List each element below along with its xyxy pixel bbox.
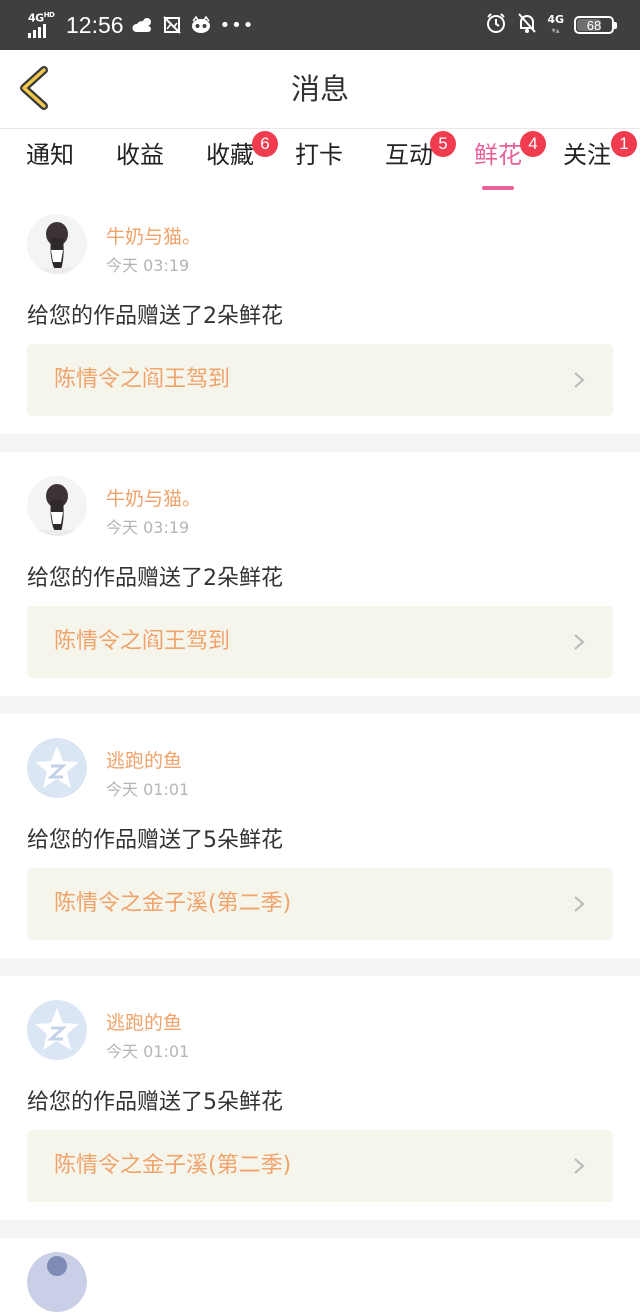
- network-type: 4G: [28, 11, 44, 25]
- timestamp: 今天 03:19: [106, 518, 190, 537]
- default-star-avatar-icon: [27, 1000, 87, 1060]
- list-item: 牛奶与猫。 今天 03:19 给您的作品赠送了2朵鲜花 陈情令之阎王驾到: [0, 190, 640, 434]
- unread-badge: 1: [611, 131, 637, 157]
- timestamp: 今天 01:01: [106, 780, 190, 799]
- avatar[interactable]: [27, 738, 87, 798]
- tab-label: 鲜花: [474, 141, 522, 169]
- app-notification-icon: [190, 16, 212, 34]
- battery-level: 68: [586, 17, 602, 33]
- list-item: 逃跑的鱼 今天 01:01 给您的作品赠送了5朵鲜花 陈情令之金子溪(第二季): [0, 714, 640, 958]
- weather-icon: [132, 17, 154, 33]
- avatar[interactable]: [27, 1252, 87, 1312]
- work-title: 陈情令之金子溪(第二季): [54, 891, 292, 916]
- unread-badge: 5: [430, 131, 456, 157]
- battery-icon: 68: [574, 16, 617, 34]
- header: 消息: [0, 50, 640, 129]
- partial-avatar-icon: [27, 1252, 87, 1312]
- tab-flowers[interactable]: 鲜花 4: [474, 131, 546, 190]
- tab-label: 收藏: [206, 141, 254, 169]
- tab-bar: 通知 收益 收藏 6 打卡 互动 5 鲜花 4 关注 1: [0, 129, 640, 190]
- message-text: 给您的作品赠送了2朵鲜花: [27, 566, 283, 591]
- status-right: 4G ▾▴ 68: [485, 11, 617, 39]
- message-list: 牛奶与猫。 今天 03:19 给您的作品赠送了2朵鲜花 陈情令之阎王驾到 牛奶与…: [0, 190, 640, 1312]
- chevron-right-icon: [574, 634, 585, 650]
- message-text: 给您的作品赠送了5朵鲜花: [27, 828, 283, 853]
- chevron-right-icon: [574, 896, 585, 912]
- avatar[interactable]: [27, 1000, 87, 1060]
- work-title: 陈情令之阎王驾到: [54, 367, 231, 392]
- tab-label: 打卡: [295, 141, 343, 169]
- chevron-right-icon: [574, 372, 585, 388]
- username[interactable]: 逃跑的鱼: [106, 1008, 182, 1035]
- mute-bell-icon: [517, 12, 537, 38]
- avatar[interactable]: [27, 476, 87, 536]
- username[interactable]: 逃跑的鱼: [106, 746, 182, 773]
- tab-earnings[interactable]: 收益: [116, 139, 164, 179]
- image-off-icon: [162, 15, 182, 35]
- work-link[interactable]: 陈情令之阎王驾到: [27, 344, 613, 416]
- message-text: 给您的作品赠送了2朵鲜花: [27, 304, 283, 329]
- more-dots-icon: •••: [219, 14, 255, 36]
- tab-label: 通知: [26, 141, 74, 169]
- unread-badge: 4: [520, 131, 546, 157]
- list-item: 牛奶与猫。 今天 03:19 给您的作品赠送了2朵鲜花 陈情令之阎王驾到: [0, 452, 640, 696]
- network-right: 4G ▾▴: [547, 13, 564, 35]
- girl-avatar-icon: [27, 476, 87, 536]
- network-right-label: 4G: [547, 13, 564, 26]
- status-left: 4GHD 12:56 •••: [28, 10, 254, 40]
- tab-follow[interactable]: 关注 1: [563, 131, 637, 179]
- work-link[interactable]: 陈情令之阎王驾到: [27, 606, 613, 678]
- username[interactable]: 牛奶与猫。: [106, 222, 201, 249]
- divider: [0, 696, 640, 714]
- work-link[interactable]: 陈情令之金子溪(第二季): [27, 1130, 613, 1202]
- tab-interaction[interactable]: 互动 5: [385, 131, 456, 179]
- network-label: 4GHD: [28, 11, 55, 25]
- tab-favorites[interactable]: 收藏 6: [206, 131, 278, 179]
- divider: [0, 1220, 640, 1238]
- default-star-avatar-icon: [27, 738, 87, 798]
- tab-label: 关注: [563, 141, 611, 169]
- work-title: 陈情令之阎王驾到: [54, 629, 231, 654]
- timestamp: 今天 03:19: [106, 256, 190, 275]
- unread-badge: 6: [252, 131, 278, 157]
- alarm-icon: [485, 12, 507, 38]
- work-link[interactable]: 陈情令之金子溪(第二季): [27, 868, 613, 940]
- work-title: 陈情令之金子溪(第二季): [54, 1153, 292, 1178]
- message-text: 给您的作品赠送了5朵鲜花: [27, 1090, 283, 1115]
- list-item: [0, 1238, 640, 1312]
- network-hd: HD: [43, 11, 55, 19]
- page-title: 消息: [290, 72, 349, 106]
- tab-notice[interactable]: 通知: [26, 139, 74, 179]
- username[interactable]: 牛奶与猫。: [106, 484, 201, 511]
- divider: [0, 958, 640, 976]
- timestamp: 今天 01:01: [106, 1042, 190, 1061]
- divider: [0, 434, 640, 452]
- list-item: 逃跑的鱼 今天 01:01 给您的作品赠送了5朵鲜花 陈情令之金子溪(第二季): [0, 976, 640, 1220]
- tab-label: 收益: [116, 141, 164, 169]
- clock: 12:56: [66, 11, 124, 38]
- tab-checkin[interactable]: 打卡: [295, 139, 343, 179]
- avatar[interactable]: [27, 214, 87, 274]
- girl-avatar-icon: [27, 214, 87, 274]
- status-bar: 4GHD 12:56 ••• 4G ▾▴ 68: [0, 0, 640, 50]
- chevron-right-icon: [574, 1158, 585, 1174]
- signal-icon: 4GHD: [28, 11, 58, 39]
- tab-label: 互动: [385, 141, 433, 169]
